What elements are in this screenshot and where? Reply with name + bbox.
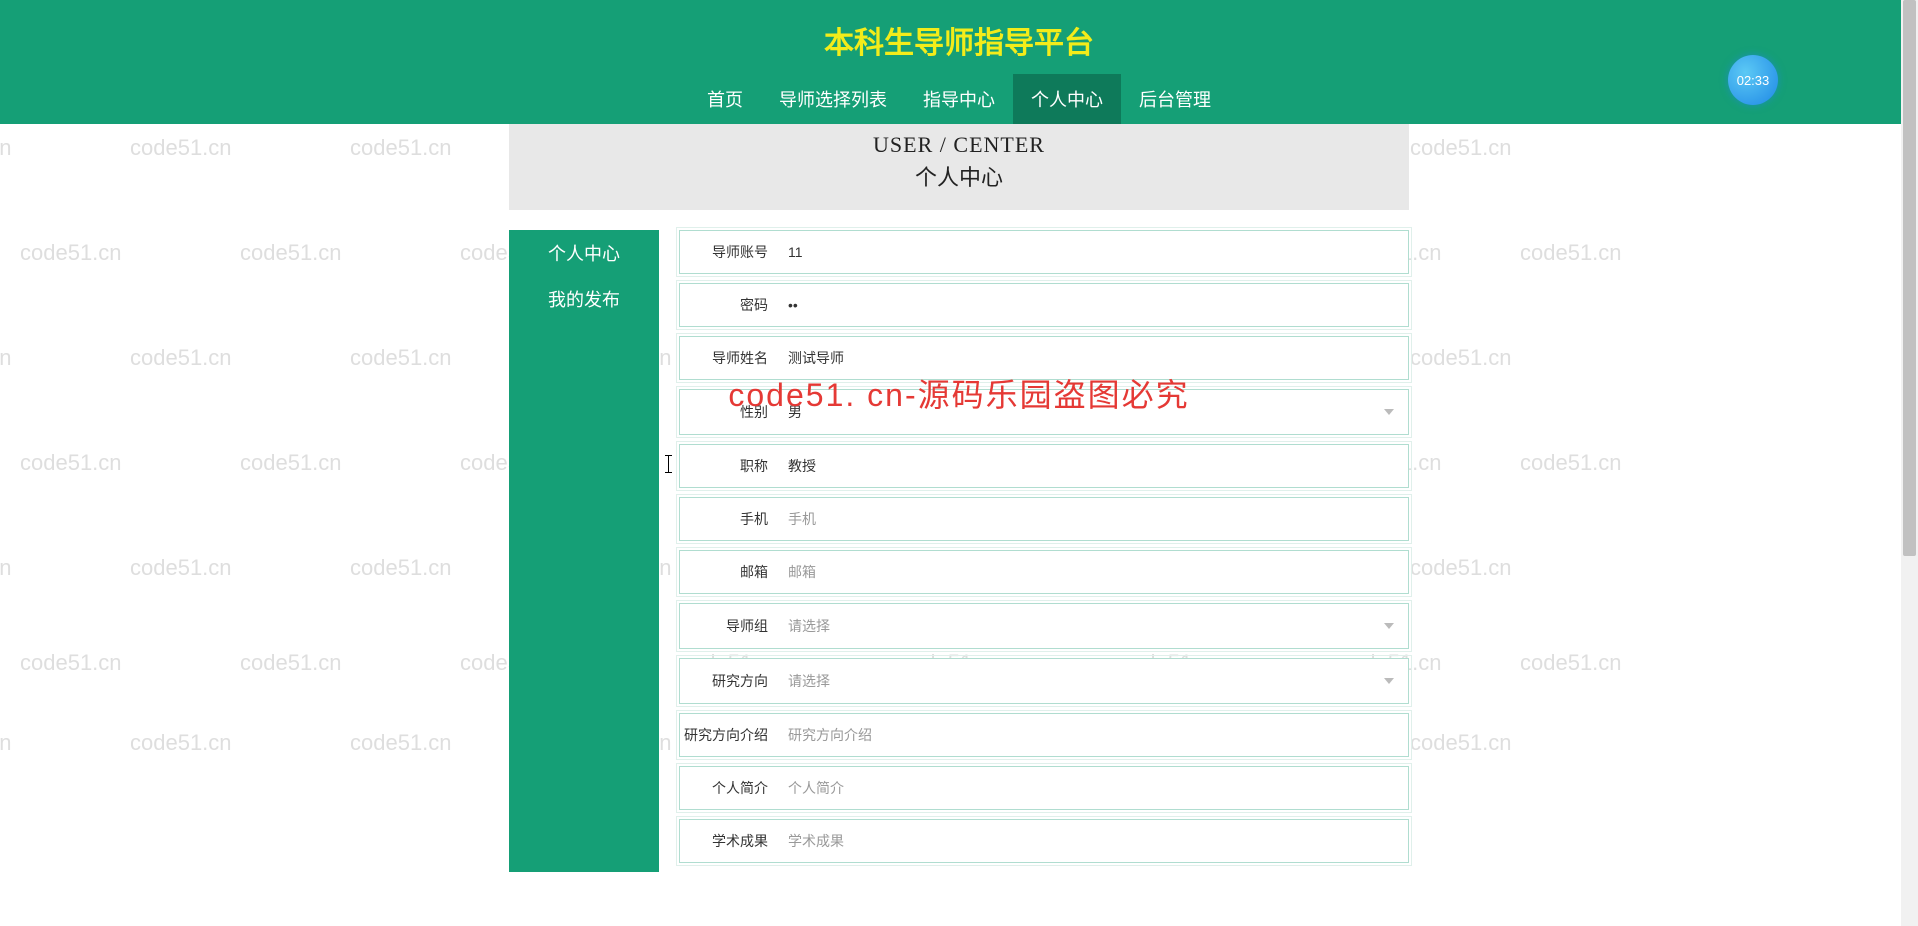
page-heading-en: USER / CENTER [509, 132, 1409, 158]
label-email: 邮箱 [680, 562, 780, 582]
form-area: 导师账号密码导师姓名性别男职称手机邮箱导师组请选择研究方向请选择研究方向介绍个人… [679, 230, 1409, 872]
select-gender[interactable]: 男 [780, 390, 1408, 434]
watermark-text: code51.cn [1520, 240, 1622, 266]
watermark-text: code51.cn [240, 240, 342, 266]
label-academic-achievement: 学术成果 [680, 831, 780, 851]
watermark-text: code51.cn [240, 450, 342, 476]
input-tutor-name[interactable] [780, 338, 1408, 378]
sidebar: 个人中心我的发布 [509, 230, 659, 872]
watermark-text: code51.cn [20, 240, 122, 266]
input-tutor-account[interactable] [780, 232, 1408, 272]
watermark-text: code51.cn [1520, 650, 1622, 676]
input-academic-achievement[interactable] [780, 821, 1408, 861]
label-tutor-account: 导师账号 [680, 242, 780, 262]
label-password: 密码 [680, 295, 780, 315]
sidebar-item-1[interactable]: 我的发布 [509, 276, 659, 322]
form-row-email: 邮箱 [679, 550, 1409, 594]
watermark-text: code51.cn [0, 345, 12, 371]
content-wrap: 个人中心我的发布 导师账号密码导师姓名性别男职称手机邮箱导师组请选择研究方向请选… [509, 230, 1409, 912]
watermark-text: code51.cn [1520, 450, 1622, 476]
watermark-text: code51.cn [130, 730, 232, 756]
label-tutor-group: 导师组 [680, 616, 780, 636]
label-gender: 性别 [680, 402, 780, 422]
watermark-text: code51.cn [350, 135, 452, 161]
watermark-text: code51.cn [0, 730, 12, 756]
scrollbar-track[interactable] [1901, 0, 1918, 926]
watermark-text: code51.cn [1410, 730, 1512, 756]
page-heading: USER / CENTER 个人中心 [509, 124, 1409, 210]
label-tutor-name: 导师姓名 [680, 348, 780, 368]
form-row-academic-achievement: 学术成果 [679, 819, 1409, 863]
header: 本科生导师指导平台 首页导师选择列表指导中心个人中心后台管理 02:33 [0, 0, 1918, 124]
site-title: 本科生导师指导平台 [0, 0, 1918, 74]
form-row-tutor-group: 导师组请选择 [679, 603, 1409, 649]
watermark-text: code51.cn [20, 650, 122, 676]
select-tutor-group[interactable]: 请选择 [780, 604, 1408, 648]
label-research-direction: 研究方向 [680, 671, 780, 691]
form-row-password: 密码 [679, 283, 1409, 327]
watermark-text: code51.cn [130, 345, 232, 371]
form-row-research-intro: 研究方向介绍 [679, 713, 1409, 757]
input-phone[interactable] [780, 499, 1408, 539]
input-title[interactable] [780, 446, 1408, 486]
watermark-text: code51.cn [130, 555, 232, 581]
watermark-text: code51.cn [130, 135, 232, 161]
select-research-direction[interactable]: 请选择 [780, 659, 1408, 703]
label-research-intro: 研究方向介绍 [680, 725, 780, 745]
form-row-personal-profile: 个人简介 [679, 766, 1409, 810]
form-row-gender: 性别男 [679, 389, 1409, 435]
scrollbar-thumb[interactable] [1903, 0, 1916, 556]
watermark-text: code51.cn [350, 555, 452, 581]
watermark-text: code51.cn [1410, 135, 1512, 161]
form-row-title: 职称 [679, 444, 1409, 488]
watermark-text: code51.cn [350, 730, 452, 756]
watermark-text: code51.cn [20, 450, 122, 476]
form-row-tutor-account: 导师账号 [679, 230, 1409, 274]
nav-item-4[interactable]: 后台管理 [1121, 74, 1229, 124]
input-email[interactable] [780, 552, 1408, 592]
label-personal-profile: 个人简介 [680, 778, 780, 798]
watermark-text: code51.cn [0, 555, 12, 581]
page-heading-cn: 个人中心 [509, 160, 1409, 192]
text-cursor-icon [668, 455, 669, 473]
watermark-text: code51.cn [240, 650, 342, 676]
form-row-phone: 手机 [679, 497, 1409, 541]
input-personal-profile[interactable] [780, 768, 1408, 808]
timer-badge[interactable]: 02:33 [1728, 55, 1778, 105]
nav-item-3[interactable]: 个人中心 [1013, 74, 1121, 124]
input-password[interactable] [780, 285, 1408, 325]
sidebar-item-0[interactable]: 个人中心 [509, 230, 659, 276]
watermark-text: code51.cn [350, 345, 452, 371]
nav-item-0[interactable]: 首页 [689, 74, 761, 124]
label-phone: 手机 [680, 509, 780, 529]
nav-item-1[interactable]: 导师选择列表 [761, 74, 905, 124]
form-row-tutor-name: 导师姓名 [679, 336, 1409, 380]
nav-item-2[interactable]: 指导中心 [905, 74, 1013, 124]
watermark-text: code51.cn [1410, 345, 1512, 371]
main-nav: 首页导师选择列表指导中心个人中心后台管理 [0, 74, 1918, 124]
input-research-intro[interactable] [780, 715, 1408, 755]
form-row-research-direction: 研究方向请选择 [679, 658, 1409, 704]
label-title: 职称 [680, 456, 780, 476]
watermark-text: code51.cn [1410, 555, 1512, 581]
watermark-text: code51.cn [0, 135, 12, 161]
